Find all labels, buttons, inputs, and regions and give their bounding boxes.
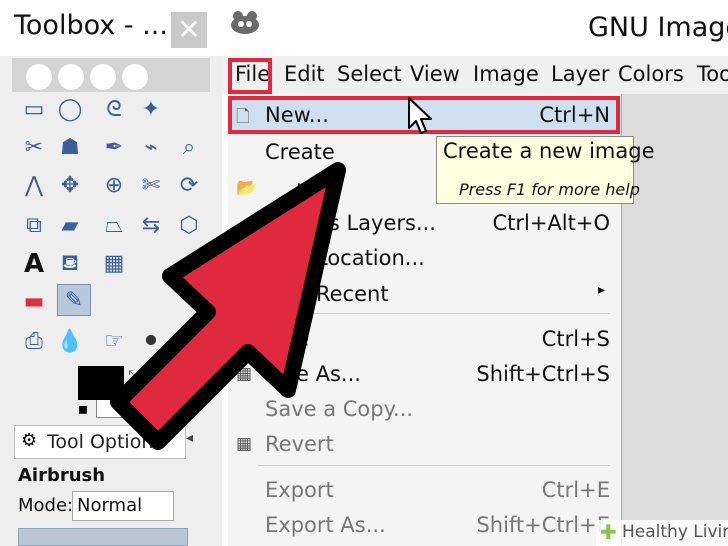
toolbox-close-button[interactable]: ✕ [171,12,207,48]
eraser-icon[interactable]: ▬ [17,286,51,318]
submenu-arrow-icon: ▸ [598,282,606,298]
wilber-drop-area [12,58,210,92]
clone-icon[interactable]: ⎙ [17,326,51,358]
measure-icon[interactable]: ⋀ [17,170,51,202]
wilber-logo-icon [58,64,84,90]
scale-icon[interactable]: ⧉ [17,210,51,242]
tool-options-icon: ⚙ [21,430,38,451]
toolbox-title: Toolbox - ... [14,10,168,41]
watermark: ✚ Healthy Living [596,520,728,546]
watermark-text: Healthy Living [622,522,728,542]
menu-select[interactable]: Select [337,62,402,86]
menu-view[interactable]: View [410,62,460,86]
menu-edit[interactable]: Edit [284,62,325,86]
wilber-logo-icon [122,64,148,90]
shortcut-export-as: Shift+Ctrl+E [476,513,610,537]
opacity-slider[interactable] [18,528,188,546]
shortcut-save: Ctrl+S [541,327,610,351]
menu-colors[interactable]: Colors [618,62,684,86]
file-menu-highlight [228,58,272,94]
text-icon[interactable]: A [17,248,51,280]
toolbox-titlebar: Toolbox - ... ✕ [0,0,222,56]
shortcut-open-as-layers: Ctrl+Alt+O [492,211,610,235]
menu-image[interactable]: Image [473,62,539,86]
tooltip: Create a new image Press F1 for more hel… [436,136,655,204]
wilber-logo-icon [90,64,116,90]
gimp-logo-icon [231,11,259,34]
tooltip-text: Create a new image [443,139,655,163]
rect-select-icon[interactable]: ▭ [17,94,51,126]
scissors-icon[interactable]: ✂ [17,132,51,164]
shortcut-save-as: Shift+Ctrl+S [476,362,610,386]
shortcut-export: Ctrl+E [541,478,610,502]
mode-label: Mode: [18,495,74,516]
menu-tools[interactable]: Too [697,62,728,86]
image-window-title: GNU Image [588,12,728,43]
wilber-logo-icon [26,64,52,90]
annotation-arrow-icon [110,162,346,450]
healthy-living-logo-icon: ✚ [600,520,617,544]
menu-layer[interactable]: Layer [551,62,610,86]
menu-item-export-as[interactable]: Export As... [265,513,386,537]
tooltip-hint: Press F1 for more help [459,180,640,199]
